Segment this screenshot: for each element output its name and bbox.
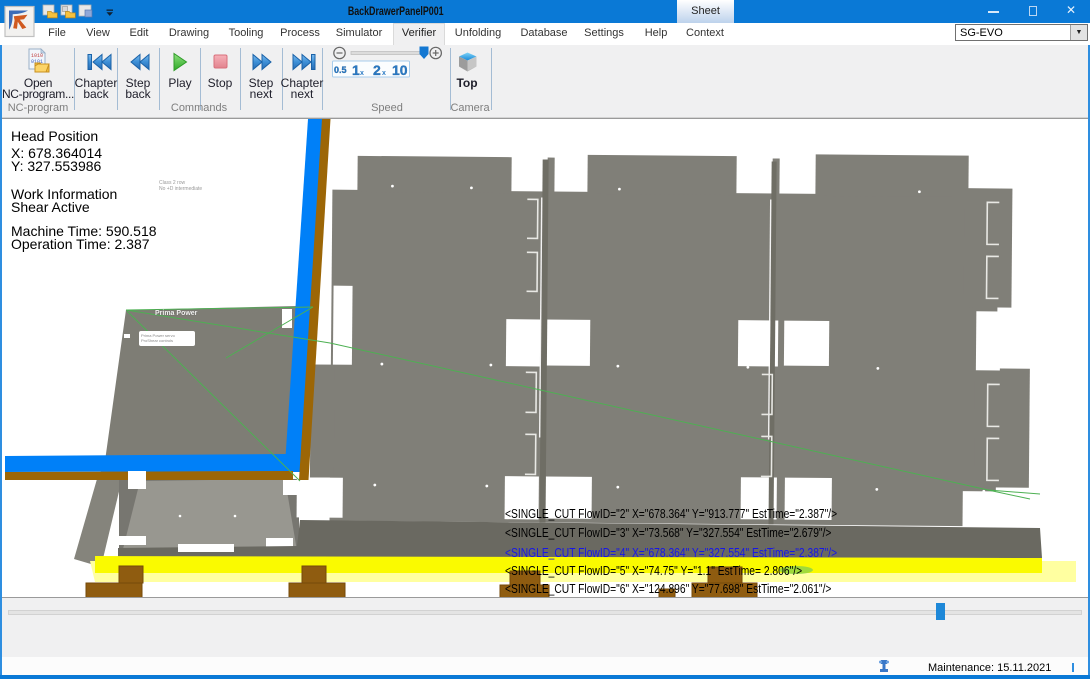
svg-text:x: x — [382, 70, 386, 77]
svg-text:1: 1 — [352, 62, 360, 78]
svg-text:0.5: 0.5 — [334, 65, 347, 75]
svg-text:10: 10 — [392, 62, 408, 78]
svg-text:2: 2 — [373, 62, 381, 78]
svg-text:x: x — [360, 70, 364, 77]
